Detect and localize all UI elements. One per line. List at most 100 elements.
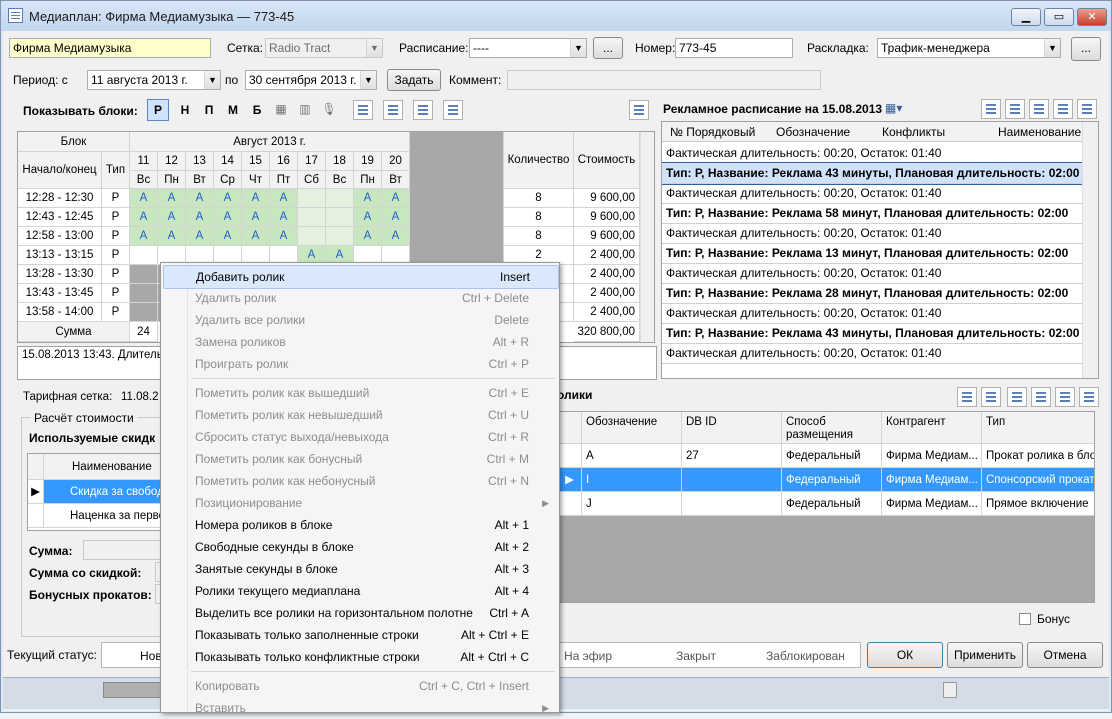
schedule-tool-1-icon[interactable] <box>981 99 1001 119</box>
rolls-cell[interactable]: Фирма Медиам... <box>882 492 982 516</box>
bottom-scroll-button[interactable] <box>943 682 957 698</box>
rolls-cell[interactable]: J <box>582 492 682 516</box>
grid-view-icon[interactable]: ▦ <box>273 102 289 118</box>
schedule-cell[interactable]: A <box>130 208 158 227</box>
rolls-table[interactable]: Обозначение DB ID Способ размещения Контраг… <box>557 411 1095 603</box>
minimize-icon[interactable]: ▁ <box>1011 8 1041 26</box>
schedule-cell[interactable]: A <box>158 189 186 208</box>
user-list-icon[interactable] <box>383 100 403 120</box>
schedule-block-row[interactable]: Тип: Р, Название: Реклама 28 минут, План… <box>662 283 1084 304</box>
user-edit-icon[interactable] <box>413 100 433 120</box>
col-conflicts[interactable]: Конфликты <box>882 125 945 139</box>
block-toggle-n[interactable]: Н <box>175 100 195 120</box>
schedule-cell[interactable]: A <box>186 189 214 208</box>
nomer-field[interactable]: 773-45 <box>675 38 793 58</box>
menu-item[interactable]: Пометить ролик как невышедший Ctrl + U <box>163 404 557 426</box>
rolls-cell[interactable] <box>682 468 782 492</box>
schedule-cell[interactable] <box>130 303 158 322</box>
menu-item[interactable]: Ролики текущего медиаплана Alt + 4 <box>163 580 557 602</box>
rolls-cell[interactable]: Фирма Медиам... <box>882 444 982 468</box>
chevron-down-icon[interactable]: ▼ <box>204 71 220 89</box>
menu-item[interactable]: Выделить все ролики на горизонтальном по… <box>163 602 557 624</box>
chevron-down-icon[interactable]: ▼ <box>1044 39 1060 57</box>
schedule-duration-row[interactable]: Фактическая длительность: 00:20, Остаток… <box>662 263 1084 284</box>
edit-note-icon[interactable] <box>629 100 649 120</box>
block-toggle-m[interactable]: М <box>223 100 243 120</box>
schedule-cell[interactable]: A <box>354 208 382 227</box>
schedule-cell[interactable]: A <box>158 227 186 246</box>
menu-item[interactable]: Позиционирование ▶ <box>163 492 557 514</box>
schedule-block-row[interactable]: Тип: Р, Название: Реклама 43 минуты, Пла… <box>662 162 1085 185</box>
status-new[interactable]: Нов <box>140 649 162 663</box>
schedule-cell[interactable] <box>326 227 354 246</box>
schedule-cell[interactable]: A <box>382 227 410 246</box>
schedule-list[interactable]: № Порядковый Обозначение Конфликты Наиме… <box>661 121 1099 379</box>
rolls-cell[interactable]: Прямое включение <box>982 492 1094 516</box>
col-designation[interactable]: Обозначение <box>776 125 850 139</box>
title-bar[interactable]: Медиаплан: Фирма Медиамузыка — 773-45 ▁ … <box>1 1 1111 31</box>
schedule-duration-row[interactable]: Фактическая длительность: 00:20, Остаток… <box>662 143 1084 164</box>
rolls-cell[interactable]: A <box>582 444 682 468</box>
rolls-cell[interactable]: 27 <box>682 444 782 468</box>
menu-item[interactable]: Пометить ролик как бонусный Ctrl + M <box>163 448 557 470</box>
date-to-picker[interactable]: 30 сентября 2013 г. ▼ <box>245 70 377 90</box>
raskladka-select[interactable]: Трафик-менеджера ▼ <box>877 38 1061 58</box>
comment-field[interactable] <box>507 70 821 90</box>
status-blocked[interactable]: Заблокирован <box>766 649 845 663</box>
schedule-duration-row[interactable]: Фактическая длительность: 00:20, Остаток… <box>662 343 1084 364</box>
schedule-cell[interactable] <box>130 284 158 303</box>
rolls-cell[interactable]: Прокат ролика в бло <box>982 444 1094 468</box>
ok-button[interactable]: ОК <box>867 642 943 668</box>
raspisanie-browse-button[interactable]: ... <box>593 37 623 59</box>
schedule-cell[interactable] <box>298 208 326 227</box>
rolls-col-header[interactable]: Тип <box>982 412 1094 444</box>
schedule-cell[interactable]: A <box>158 208 186 227</box>
rolls-cell[interactable]: Федеральный <box>782 468 882 492</box>
schedule-cell[interactable]: A <box>242 208 270 227</box>
rolls-cell[interactable]: Федеральный <box>782 444 882 468</box>
rolls-add-icon[interactable] <box>981 387 1001 407</box>
cancel-button[interactable]: Отмена <box>1027 642 1103 668</box>
menu-item[interactable]: Удалить ролик Ctrl + Delete <box>163 287 557 309</box>
schedule-scrollbar[interactable] <box>1082 122 1098 378</box>
name-field[interactable]: Фирма Медиамузыка <box>9 38 211 58</box>
grid-scrollbar[interactable] <box>640 132 654 342</box>
rolls-cell[interactable]: I <box>582 468 682 492</box>
menu-item[interactable]: Пометить ролик как вышедший Ctrl + E <box>163 382 557 404</box>
schedule-cell[interactable]: A <box>186 208 214 227</box>
menu-item[interactable]: Замена роликов Alt + R <box>163 331 557 353</box>
chevron-down-icon[interactable]: ▼ <box>360 71 376 89</box>
table-icon[interactable] <box>353 100 373 120</box>
schedule-cell[interactable]: A <box>214 208 242 227</box>
schedule-delete-icon[interactable] <box>1053 99 1073 119</box>
close-icon[interactable]: ✕ <box>1077 8 1107 26</box>
schedule-cell[interactable]: A <box>382 208 410 227</box>
status-closed[interactable]: Закрыт <box>676 649 716 663</box>
schedule-cell[interactable] <box>130 265 158 284</box>
date-from-picker[interactable]: 11 августа 2013 г. ▼ <box>87 70 221 90</box>
col-order[interactable]: № Порядковый <box>670 125 755 139</box>
status-on-air[interactable]: На эфир <box>564 649 612 663</box>
schedule-block-row[interactable]: Тип: Р, Название: Реклама 13 минут, План… <box>662 243 1084 264</box>
maximize-icon[interactable]: ▭ <box>1044 8 1074 26</box>
zadat-button[interactable]: Задать <box>387 69 441 91</box>
menu-item[interactable]: Проиграть ролик Ctrl + P <box>163 353 557 375</box>
menu-item[interactable]: Вставить ▶ <box>163 697 557 719</box>
discount-row[interactable]: Наценка за перво <box>44 504 168 528</box>
menu-item[interactable]: Пометить ролик как небонусный Ctrl + N <box>163 470 557 492</box>
block-toggle-r[interactable]: Р <box>147 99 169 121</box>
schedule-cell[interactable]: A <box>214 189 242 208</box>
microphone-icon[interactable]: 🎙 <box>321 102 337 118</box>
rolls-tool-3-icon[interactable] <box>1007 387 1027 407</box>
discounts-table[interactable]: Наименование ▶ Скидка за свобод Наценка … <box>27 453 168 531</box>
apply-button[interactable]: Применить <box>947 642 1023 668</box>
schedule-cell[interactable]: A <box>242 227 270 246</box>
schedule-cell[interactable]: A <box>270 227 298 246</box>
rolls-cell[interactable]: Спонсорский прокат <box>982 468 1094 492</box>
raskladka-browse-button[interactable]: ... <box>1071 37 1101 61</box>
column-view-icon[interactable]: ▥ <box>297 102 313 118</box>
schedule-add-icon[interactable] <box>1029 99 1049 119</box>
schedule-cell[interactable] <box>130 246 158 265</box>
schedule-block-row[interactable]: Тип: Р, Название: Реклама 58 минут, План… <box>662 203 1084 224</box>
chevron-down-icon[interactable]: ▼ <box>366 39 382 57</box>
